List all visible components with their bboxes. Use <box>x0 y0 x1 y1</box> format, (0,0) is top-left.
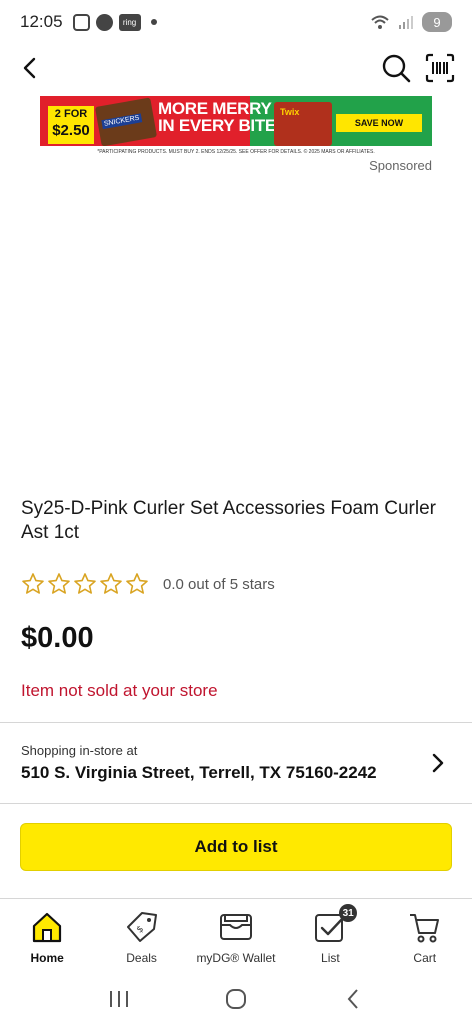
product-price: $0.00 <box>21 622 94 654</box>
star-rating <box>21 572 149 596</box>
ad-candy-image-right: Twix <box>274 102 332 146</box>
star-outline-icon <box>74 573 96 594</box>
ad-save-now-button[interactable]: SAVE NOW <box>336 114 422 132</box>
ad-candy-right-label: Twix <box>280 107 300 117</box>
svg-text:$: $ <box>135 924 146 935</box>
nav-list-label: List <box>321 951 340 965</box>
barcode-scan-button[interactable] <box>422 50 458 86</box>
home-circle-icon <box>225 989 246 1009</box>
wallet-icon <box>219 914 252 940</box>
signal-icon <box>399 16 413 29</box>
star-outline-icon <box>48 573 70 594</box>
back-chevron-icon <box>347 989 359 1009</box>
recent-apps-button[interactable] <box>104 984 134 1014</box>
rating-text: 0.0 out of 5 stars <box>163 575 275 593</box>
wifi-icon <box>371 15 389 29</box>
recent-apps-icon <box>109 991 128 1007</box>
star-outline-icon <box>22 573 44 594</box>
home-icon <box>33 912 62 943</box>
ad-candy-left-label: SNICKERS <box>101 113 143 130</box>
battery-icon: 9 <box>422 12 452 32</box>
search-button[interactable] <box>378 50 414 86</box>
home-system-button[interactable] <box>221 984 251 1014</box>
nav-home-label: Home <box>30 951 64 965</box>
ad-price-badge: 2 FOR $2.50 <box>48 106 94 144</box>
nav-deals-label: Deals <box>126 951 157 965</box>
nav-home[interactable]: Home <box>0 899 94 974</box>
divider <box>0 803 472 804</box>
store-address: 510 S. Virginia Street, Terrell, TX 7516… <box>21 763 377 782</box>
add-to-list-button[interactable]: Add to list <box>20 823 452 871</box>
nav-deals[interactable]: $ Deals <box>94 899 188 974</box>
sponsored-label: Sponsored <box>369 158 432 173</box>
store-selector[interactable]: Shopping in-store at 510 S. Virginia Str… <box>0 723 472 803</box>
cart-icon <box>409 914 439 943</box>
screenshot-icon <box>72 13 90 31</box>
barcode-scan-icon <box>425 53 455 83</box>
ad-banner[interactable]: 2 FOR $2.50 SNICKERS MORE MERRY IN EVERY… <box>40 96 432 158</box>
system-nav-bar <box>0 974 472 1024</box>
ring-icon: ring <box>118 13 141 31</box>
more-notifications-icon <box>150 19 157 25</box>
status-right: 9 <box>370 12 452 32</box>
star-outline-icon <box>126 573 148 594</box>
search-icon <box>382 54 411 83</box>
nav-list[interactable]: 31 List <box>283 899 377 974</box>
ad-headline: MORE MERRY IN EVERY BITE <box>158 100 276 134</box>
status-time: 12:05 <box>20 12 63 31</box>
nav-cart[interactable]: Cart <box>378 899 472 974</box>
ad-price-bottom: $2.50 <box>52 122 90 139</box>
rating-row[interactable]: 0.0 out of 5 stars <box>21 572 275 596</box>
store-label: Shopping in-store at <box>21 743 138 758</box>
deals-tag-icon: $ <box>126 912 157 942</box>
availability-message: Item not sold at your store <box>21 681 218 700</box>
ad-fine-print: *PARTICIPATING PRODUCTS. MUST BUY 2. END… <box>40 146 432 158</box>
nav-wallet-label: myDG® Wallet <box>196 951 276 965</box>
list-count-badge: 31 <box>339 904 358 922</box>
status-notification-icons: ring <box>72 13 157 31</box>
messenger-icon <box>95 13 113 31</box>
chevron-right-icon <box>432 753 444 773</box>
product-title: Sy25-D-Pink Curler Set Accessories Foam … <box>21 498 436 543</box>
nav-cart-label: Cart <box>413 951 437 965</box>
star-outline-icon <box>100 573 122 594</box>
status-bar: 12:05 ring 9 <box>0 0 472 44</box>
back-system-button[interactable] <box>338 984 368 1014</box>
nav-wallet[interactable]: myDG® Wallet <box>189 899 283 974</box>
back-arrow-icon <box>23 57 36 79</box>
ad-headline-line1: MORE MERRY <box>158 99 272 118</box>
ad-headline-line2: IN EVERY BITE <box>158 116 276 135</box>
back-button[interactable] <box>14 52 46 84</box>
top-nav <box>0 44 472 92</box>
bottom-nav: Home $ Deals myDG® Wallet 31 List Cart <box>0 898 472 974</box>
ad-price-top: 2 FOR <box>54 108 88 120</box>
